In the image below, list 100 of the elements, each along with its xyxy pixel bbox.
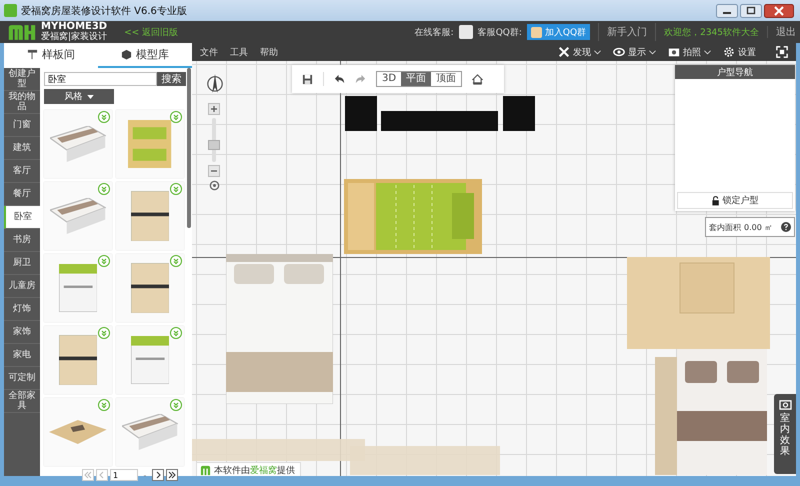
model-thumbnail[interactable] bbox=[116, 326, 184, 394]
panel-tab[interactable]: 样板间 bbox=[4, 43, 98, 68]
zoom-fit-icon[interactable] bbox=[208, 180, 220, 191]
category-item[interactable]: 我的物品 bbox=[4, 91, 40, 114]
model-thumbnail[interactable] bbox=[44, 110, 112, 178]
zoom-in-button[interactable] bbox=[208, 103, 220, 115]
model-thumbnail[interactable] bbox=[116, 182, 184, 250]
model-thumbnail[interactable] bbox=[116, 398, 184, 466]
page-field[interactable]: 1 bbox=[110, 469, 138, 481]
download-icon[interactable] bbox=[170, 183, 182, 195]
menu-item[interactable]: 文件 bbox=[200, 46, 218, 58]
toolbar-button[interactable]: 拍照 bbox=[668, 46, 711, 58]
furniture-drawing bbox=[50, 126, 106, 162]
window-title: 爱福窝房屋装修设计软件 V6.6专业版 bbox=[21, 4, 187, 18]
minimize-button[interactable] bbox=[716, 4, 738, 18]
tools-icon bbox=[558, 46, 570, 58]
zoom-slider[interactable] bbox=[208, 118, 220, 162]
previous-page-button[interactable] bbox=[96, 469, 108, 481]
redo-icon[interactable] bbox=[355, 74, 366, 84]
double-chevron-icon bbox=[84, 471, 92, 479]
category-item[interactable]: 建筑 bbox=[4, 137, 40, 160]
double-chevron-icon bbox=[168, 471, 176, 479]
undo-icon[interactable] bbox=[334, 74, 345, 84]
furniture-drawing bbox=[49, 420, 107, 444]
furniture-drawing bbox=[130, 262, 170, 314]
double-bed-drawing[interactable] bbox=[226, 254, 333, 404]
credit-text: 本软件由爱福窝提供 bbox=[214, 464, 295, 476]
house-icon[interactable] bbox=[472, 74, 484, 84]
logo-title: MYHOME3D bbox=[41, 22, 108, 32]
download-icon[interactable] bbox=[170, 327, 182, 339]
toolbar-button[interactable]: 显示 bbox=[613, 46, 656, 58]
menu-item[interactable]: 工具 bbox=[230, 46, 248, 58]
menu-item[interactable]: 帮助 bbox=[260, 46, 278, 58]
download-icon[interactable] bbox=[98, 327, 110, 339]
logout-link[interactable]: 退出 bbox=[776, 25, 796, 39]
camera-icon bbox=[668, 46, 680, 58]
fullscreen-icon[interactable] bbox=[776, 46, 788, 58]
navigator-title: 户型导航 bbox=[675, 65, 795, 79]
model-thumbnail[interactable] bbox=[44, 326, 112, 394]
model-thumbnail[interactable] bbox=[44, 254, 112, 322]
cube-icon bbox=[121, 49, 132, 60]
search-button[interactable]: 搜索 bbox=[157, 72, 186, 86]
qq-group-label: 客服QQ群: bbox=[478, 26, 522, 38]
page-separator: - bbox=[142, 470, 148, 480]
guide-link[interactable]: 新手入门 bbox=[607, 25, 648, 39]
category-item[interactable]: 门窗 bbox=[4, 114, 40, 137]
last-page-button[interactable] bbox=[166, 469, 178, 481]
eye-icon bbox=[613, 46, 625, 58]
lock-layout-button[interactable]: 锁定户型 bbox=[677, 192, 793, 209]
model-thumbnail[interactable] bbox=[44, 182, 112, 250]
category-item[interactable]: 卧室 bbox=[4, 206, 40, 229]
category-item[interactable]: 书房 bbox=[4, 229, 40, 252]
bunk-bed-drawing[interactable] bbox=[344, 179, 482, 254]
maximize-button[interactable] bbox=[740, 4, 762, 18]
model-thumbnail[interactable] bbox=[116, 254, 184, 322]
caret-icon bbox=[86, 95, 94, 99]
logo-icon bbox=[200, 465, 211, 476]
chevron-icon bbox=[154, 471, 162, 479]
furniture-drawing bbox=[58, 334, 98, 386]
chevron-icon bbox=[649, 50, 656, 54]
download-icon[interactable] bbox=[170, 111, 182, 123]
chevron-icon bbox=[98, 471, 106, 479]
category-item[interactable]: 厨卫 bbox=[4, 252, 40, 275]
category-item[interactable]: 创建户型 bbox=[4, 68, 40, 91]
camera-icon bbox=[778, 399, 792, 410]
back-link[interactable]: << 返回旧版 bbox=[124, 26, 178, 38]
service-label: 在线客服: bbox=[414, 26, 454, 38]
double-bed-drawing[interactable] bbox=[655, 349, 767, 475]
download-icon[interactable] bbox=[98, 399, 110, 411]
toolbar-button[interactable]: 设置 bbox=[723, 46, 756, 58]
download-icon[interactable] bbox=[170, 399, 182, 411]
category-item[interactable]: 儿童房 bbox=[4, 275, 40, 298]
download-icon[interactable] bbox=[98, 255, 110, 267]
toolbar-button[interactable]: 发现 bbox=[558, 46, 601, 58]
save-icon[interactable] bbox=[302, 74, 313, 84]
category-item[interactable]: 家饰 bbox=[4, 321, 40, 344]
join-group-button[interactable]: 加入QQ群 bbox=[526, 24, 590, 40]
model-thumbnail[interactable] bbox=[44, 398, 112, 466]
download-icon[interactable] bbox=[98, 183, 110, 195]
model-thumbnail[interactable] bbox=[116, 110, 184, 178]
view-mode-tab[interactable]: 平面 bbox=[401, 72, 432, 86]
area-label: 套内面积 bbox=[709, 222, 741, 232]
effect-tab[interactable]: 室内效果 bbox=[774, 394, 796, 474]
first-page-button[interactable] bbox=[82, 469, 94, 481]
style-dropdown[interactable]: 风格 bbox=[44, 89, 114, 104]
close-button[interactable] bbox=[764, 4, 794, 18]
category-item[interactable]: 可定制 bbox=[4, 367, 40, 390]
area-value: 0.00 ㎡ bbox=[744, 222, 772, 232]
next-page-button[interactable] bbox=[152, 469, 164, 481]
category-item[interactable]: 全部家具 bbox=[4, 390, 40, 413]
help-icon[interactable] bbox=[781, 222, 791, 232]
category-item[interactable]: 灯饰 bbox=[4, 298, 40, 321]
chevron-icon bbox=[704, 50, 711, 54]
zoom-out-button[interactable] bbox=[208, 165, 220, 177]
search-field[interactable]: 卧室 bbox=[44, 72, 157, 86]
download-icon[interactable] bbox=[98, 111, 110, 123]
category-item[interactable]: 家电 bbox=[4, 344, 40, 367]
category-item[interactable]: 客厅 bbox=[4, 160, 40, 183]
slider-thumb[interactable] bbox=[208, 140, 220, 150]
download-icon[interactable] bbox=[170, 255, 182, 267]
